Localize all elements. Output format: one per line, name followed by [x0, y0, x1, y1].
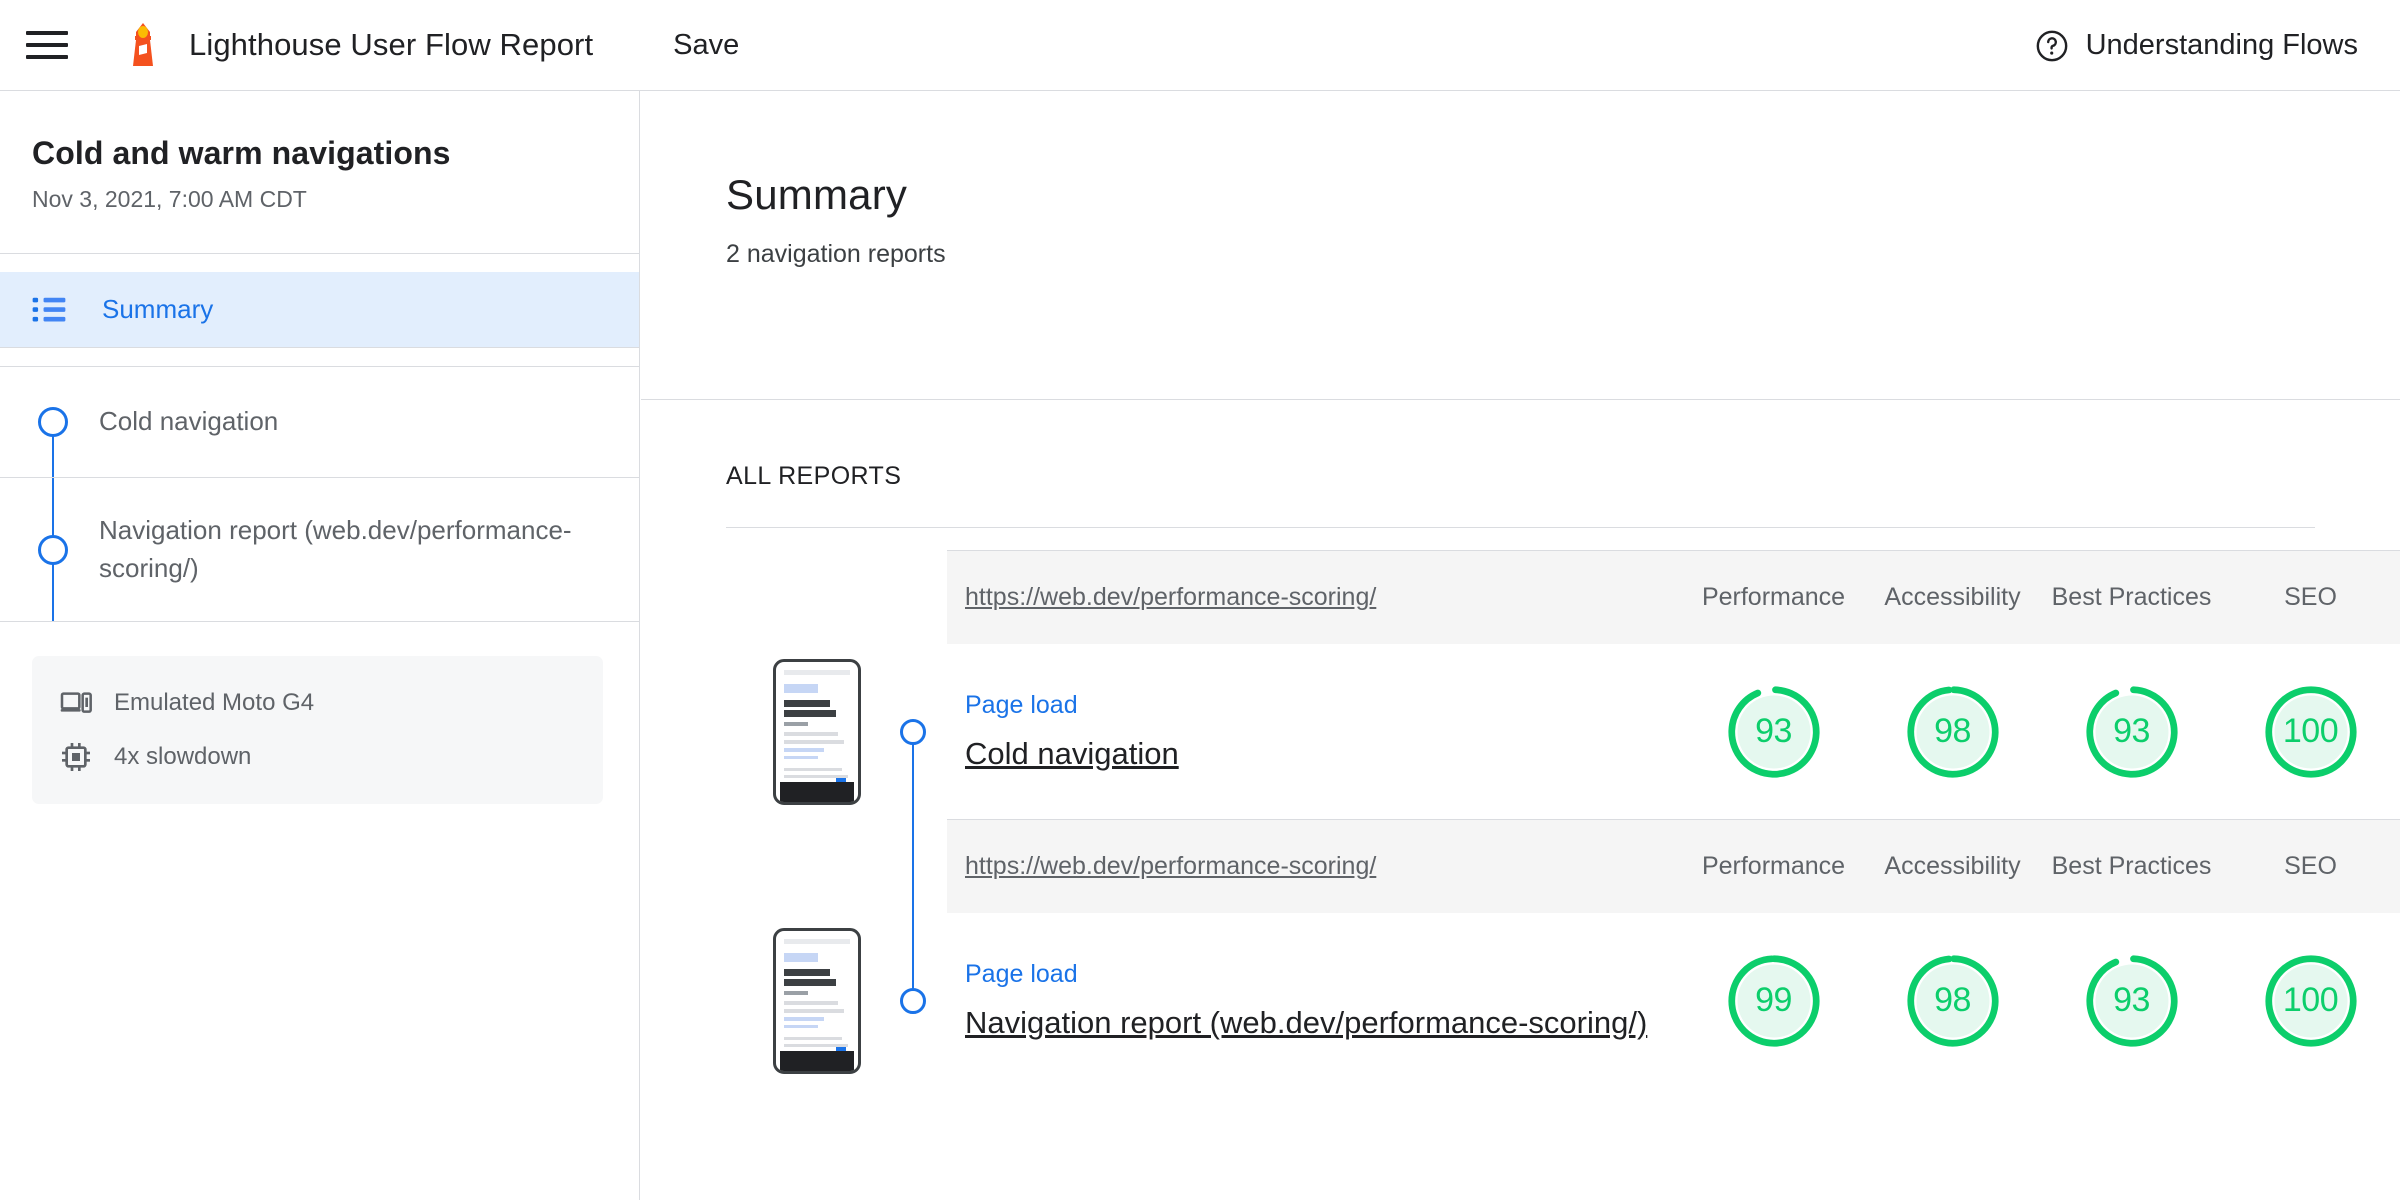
app-top-bar: Lighthouse User Flow Report Save Underst…	[0, 0, 2400, 91]
report-summary-row: Page load Navigation report (web.dev/per…	[947, 913, 2400, 1088]
summary-header: Summary 2 navigation reports	[641, 91, 2400, 400]
report-thumbnail-cell	[641, 644, 879, 819]
score-gauge-performance[interactable]: 99	[1684, 953, 1863, 1049]
page-title: Summary	[726, 171, 908, 218]
column-header-seo: SEO	[2284, 583, 2337, 611]
column-header-accessibility: Accessibility	[1884, 852, 2021, 880]
app-title: Lighthouse User Flow Report	[189, 27, 594, 62]
column-header-best-practices: Best Practices	[2051, 852, 2212, 880]
understanding-flows-label: Understanding Flows	[2085, 29, 2358, 61]
report-kind-label[interactable]: Page load	[965, 691, 1684, 720]
column-header-accessibility: Accessibility	[1884, 583, 2021, 611]
page-subtitle: 2 navigation reports	[726, 240, 946, 268]
score-value: 99	[1755, 981, 1792, 1019]
reports-table: https://web.dev/performance-scoring/ Per…	[641, 550, 2400, 1088]
step-node-icon	[38, 407, 68, 437]
score-gauge-performance[interactable]: 93	[1684, 684, 1863, 780]
score-value: 98	[1934, 981, 1971, 1019]
section-divider	[726, 527, 2315, 528]
column-header-performance: Performance	[1701, 583, 1846, 611]
score-gauge-accessibility[interactable]: 98	[1863, 953, 2042, 1049]
column-header-best-practices: Best Practices	[2051, 583, 2212, 611]
report-name-link[interactable]: Navigation report (web.dev/performance-s…	[965, 1005, 1684, 1041]
column-header-performance: Performance	[1701, 852, 1846, 880]
sidebar-item-step-1[interactable]: Cold navigation	[0, 367, 639, 478]
cpu-chip-icon	[62, 743, 90, 771]
help-circle-icon	[2036, 30, 2067, 61]
table-row: Page load Navigation report (web.dev/per…	[641, 913, 2400, 1088]
flow-connector-cell	[879, 644, 947, 907]
step-node-icon	[38, 534, 68, 565]
report-kind-label[interactable]: Page load	[965, 960, 1684, 989]
report-name-link[interactable]: Cold navigation	[965, 736, 1684, 772]
sidebar-item-summary-label: Summary	[102, 294, 214, 324]
report-thumbnail-cell	[641, 913, 879, 1088]
environment-throttling-label: 4x slowdown	[114, 743, 252, 770]
sidebar: Cold and warm navigations Nov 3, 2021, 7…	[0, 91, 640, 1200]
column-header-seo: SEO	[2284, 852, 2337, 880]
score-value: 93	[2113, 981, 2150, 1019]
score-gauge-best-practices[interactable]: 93	[2042, 953, 2221, 1049]
report-url-link[interactable]: https://web.dev/performance-scoring/	[965, 583, 1684, 612]
score-value: 93	[2113, 712, 2150, 750]
sidebar-item-step-2-label: Navigation report (web.dev/performance-s…	[99, 514, 572, 583]
device-mobile-icon	[60, 692, 92, 713]
report-url-link[interactable]: https://web.dev/performance-scoring/	[965, 852, 1684, 881]
flow-title: Cold and warm navigations	[32, 135, 451, 171]
sidebar-item-step-1-label: Cold navigation	[99, 406, 279, 437]
table-row: https://web.dev/performance-scoring/ Per…	[641, 550, 2400, 644]
sidebar-item-step-2[interactable]: Navigation report (web.dev/performance-s…	[0, 478, 639, 622]
flow-node-icon	[900, 987, 926, 1014]
table-row: https://web.dev/performance-scoring/ Per…	[641, 819, 2400, 913]
score-gauge-seo[interactable]: 100	[2221, 953, 2400, 1049]
environment-box: Emulated Moto G4 4x slowdown	[32, 656, 603, 804]
report-url-header: https://web.dev/performance-scoring/ Per…	[947, 819, 2400, 913]
all-reports-label: ALL REPORTS	[726, 462, 902, 490]
main-content: Summary 2 navigation reports ALL REPORTS…	[641, 91, 2400, 1200]
understanding-flows-link[interactable]: Understanding Flows	[2035, 0, 2358, 91]
report-summary-row: Page load Cold navigation 93 98 93 100	[947, 644, 2400, 819]
flow-node-icon	[900, 718, 926, 745]
score-gauge-accessibility[interactable]: 98	[1863, 684, 2042, 780]
score-value: 98	[1934, 712, 1971, 750]
score-value: 100	[2282, 981, 2339, 1019]
hamburger-menu-icon[interactable]	[26, 24, 68, 66]
table-row: Page load Cold navigation 93 98 93 100	[641, 644, 2400, 907]
sidebar-item-summary[interactable]: Summary	[0, 272, 639, 347]
environment-device: Emulated Moto G4	[60, 682, 575, 724]
page-screenshot-thumbnail	[773, 658, 861, 805]
lighthouse-logo-icon	[125, 22, 161, 68]
flow-header: Cold and warm navigations Nov 3, 2021, 7…	[0, 91, 639, 254]
environment-device-label: Emulated Moto G4	[114, 689, 315, 716]
flow-timestamp: Nov 3, 2021, 7:00 AM CDT	[32, 186, 307, 212]
flow-connector-cell	[879, 819, 947, 913]
score-gauge-seo[interactable]: 100	[2221, 684, 2400, 780]
flow-connector-cell	[879, 913, 947, 1088]
score-gauge-best-practices[interactable]: 93	[2042, 684, 2221, 780]
score-value: 100	[2282, 712, 2339, 750]
score-value: 93	[1755, 712, 1792, 750]
report-url-header: https://web.dev/performance-scoring/ Per…	[947, 550, 2400, 644]
list-bullet-icon	[32, 297, 66, 321]
page-screenshot-thumbnail	[773, 927, 861, 1074]
save-button[interactable]: Save	[673, 29, 739, 62]
environment-throttling: 4x slowdown	[60, 736, 575, 778]
